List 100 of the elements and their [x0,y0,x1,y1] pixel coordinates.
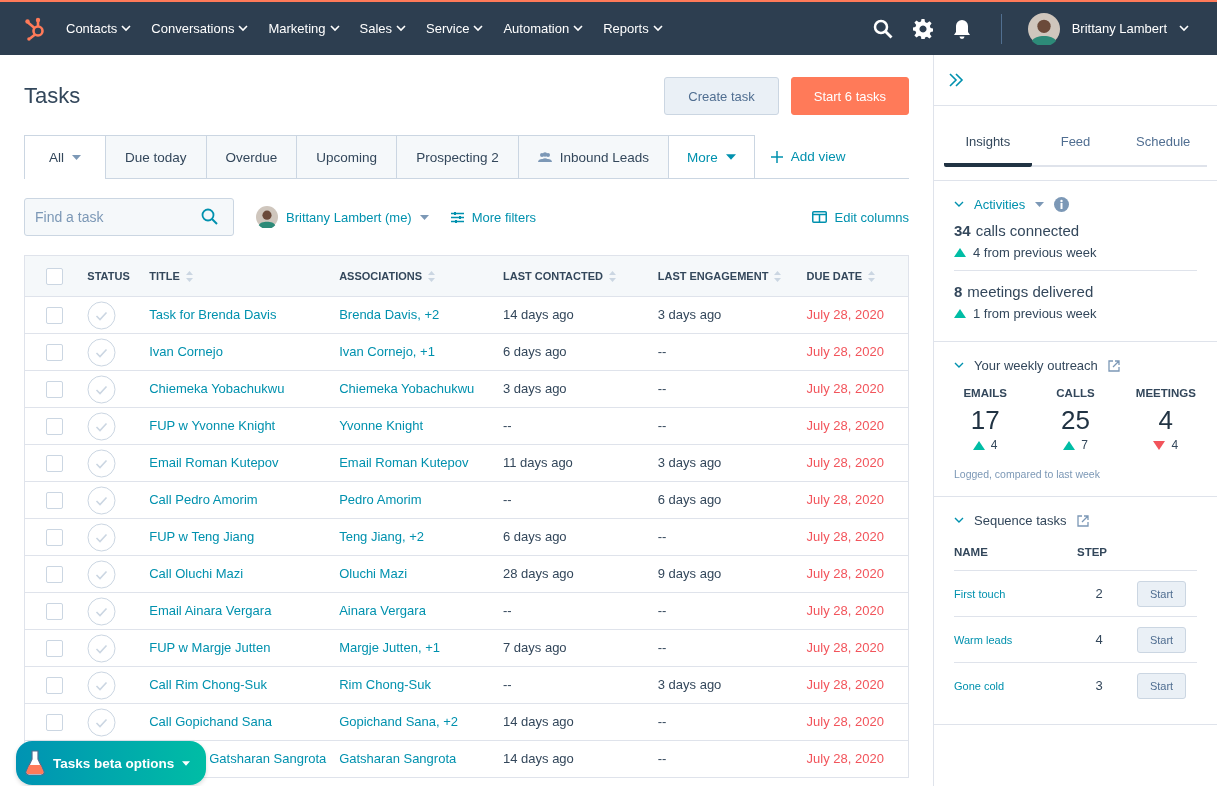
due-date: July 28, 2020 [806,381,884,396]
sequence-link[interactable]: First touch [954,587,1006,600]
task-title-link[interactable]: Task for Brenda Davis [149,307,277,322]
table-cell: 14 days ago [503,307,574,322]
task-title-link[interactable]: Call Pedro Amorim [149,492,258,507]
view-tab[interactable]: Inbound Leads [518,135,670,178]
nav-menu-item[interactable]: Automation [503,21,584,36]
task-title-link[interactable]: Call Gopichand Sana [149,714,273,729]
table-cell: -- [657,529,667,544]
sidebar-tab[interactable]: Insights [944,119,1032,167]
table-cell: -- [503,418,512,433]
due-date: July 28, 2020 [806,677,884,692]
table-cell: -- [657,603,667,618]
activities-dropdown[interactable]: Activities [974,197,1026,212]
edit-columns-link[interactable]: Edit columns [811,209,909,225]
sequence-link[interactable]: Warm leads [954,633,1013,646]
association-link[interactable]: Email Roman Kutepov [339,455,469,470]
column-header[interactable]: DUE DATE [806,270,875,282]
due-date: July 28, 2020 [806,714,884,729]
association-link[interactable]: Teng Jiang, +2 [339,529,425,544]
nav-menu-item[interactable]: Conversations [151,21,249,36]
table-cell: -- [657,344,667,359]
task-title-link[interactable]: Ivan Cornejo [149,344,223,359]
due-date: July 28, 2020 [806,344,884,359]
section-title: Sequence tasks [974,513,1067,528]
column-header[interactable]: ASSOCIATIONS [339,270,436,282]
create-task-button[interactable]: Create task [664,77,779,115]
start-button[interactable]: Start [1137,580,1186,607]
nav-menu-item[interactable]: Marketing [268,21,340,36]
step-number: 4 [1094,632,1104,647]
nav-menu-item[interactable]: Sales [359,21,407,36]
column-header: STATUS [87,270,130,282]
section-title: Your weekly outreach [974,358,1098,373]
view-tab[interactable]: Due today [106,135,207,178]
association-link[interactable]: Gopichand Sana, +2 [339,714,459,729]
table-cell: -- [657,714,667,729]
view-tab[interactable]: Prospecting 2 [397,135,519,178]
association-link[interactable]: Margje Jutten, +1 [339,640,440,655]
table-cell: 6 days ago [503,344,567,359]
sidebar-tab[interactable]: Feed [1031,119,1120,167]
step-number: 3 [1094,678,1104,693]
task-title-link[interactable]: Call Oluchi Mazi [149,566,244,581]
task-title-link[interactable]: Call Rim Chong-Suk [149,677,267,692]
column-header: STEP [1077,546,1109,558]
task-title-link[interactable]: FUP w Margje Jutten [149,640,271,655]
tasks-beta-options-button[interactable]: Tasks beta options [16,741,207,785]
column-header[interactable]: TITLE [149,270,193,282]
table-cell: 14 days ago [503,751,574,766]
owner-filter[interactable]: Brittany Lambert (me) [256,206,429,228]
table-cell: -- [657,751,667,766]
association-link[interactable]: Gatsharan Sangrota [339,751,457,766]
association-link[interactable]: Chiemeka Yobachukwu [339,381,475,396]
table-cell: 6 days ago [657,492,722,507]
view-tab[interactable]: Upcoming [297,135,398,178]
association-link[interactable]: Ivan Cornejo, +1 [339,344,435,359]
outreach-note: Logged, compared to last week [954,468,1101,480]
metric-label: EMAILS [962,387,1008,399]
add-view-link[interactable]: Add view [754,135,846,178]
task-title-link[interactable]: Gatsharan Sangrota [209,751,327,766]
metric-value: 17 [969,405,1001,436]
start-button[interactable]: Start [1137,672,1186,699]
metric-change: 4 [1171,438,1179,452]
association-link[interactable]: Ainara Vergara [339,603,426,618]
view-tab[interactable]: All [24,135,106,179]
table-cell: 3 days ago [503,381,567,396]
due-date: July 28, 2020 [806,751,884,766]
step-number: 2 [1094,586,1104,601]
association-link[interactable]: Yvonne Knight [339,418,423,433]
stat-change: 1 from previous week [973,306,1097,321]
association-link[interactable]: Rim Chong-Suk [339,677,431,692]
view-tab[interactable]: More [669,135,755,178]
table-cell: 3 days ago [657,455,722,470]
table-cell: 14 days ago [503,714,574,729]
table-cell: -- [503,492,512,507]
sequence-link[interactable]: Gone cold [954,679,1005,692]
task-title-link[interactable]: Chiemeka Yobachukwu [149,381,285,396]
search-field[interactable]: Find a task [24,198,234,236]
start-button[interactable]: Start [1137,626,1186,653]
table-cell: 6 days ago [503,529,567,544]
task-title-link[interactable]: FUP w Teng Jiang [149,529,255,544]
stat-value: 34 calls connected [954,222,1081,239]
sidebar-tab[interactable]: Schedule [1119,119,1207,167]
more-filters-link[interactable]: More filters [450,209,536,225]
metric-label: CALLS [1055,387,1096,399]
table-cell: 7 days ago [503,640,567,655]
task-title-link[interactable]: Email Ainara Vergara [149,603,272,618]
nav-menu-item[interactable]: Reports [603,21,663,36]
nav-menu-item[interactable]: Contacts [66,21,132,36]
task-title-link[interactable]: Email Roman Kutepov [149,455,279,470]
association-link[interactable]: Oluchi Mazi [339,566,408,581]
association-link[interactable]: Pedro Amorim [339,492,422,507]
view-tab[interactable]: Overdue [206,135,298,178]
nav-menu-item[interactable]: Service [426,21,484,36]
start-tasks-button[interactable]: Start 6 tasks [790,77,909,115]
due-date: July 28, 2020 [806,603,884,618]
user-menu[interactable]: Brittany Lambert [1027,12,1189,45]
table-cell: 28 days ago [503,566,574,581]
association-link[interactable]: Brenda Davis, +2 [339,307,440,322]
task-title-link[interactable]: FUP w Yvonne Knight [149,418,276,433]
table-cell: -- [657,640,667,655]
